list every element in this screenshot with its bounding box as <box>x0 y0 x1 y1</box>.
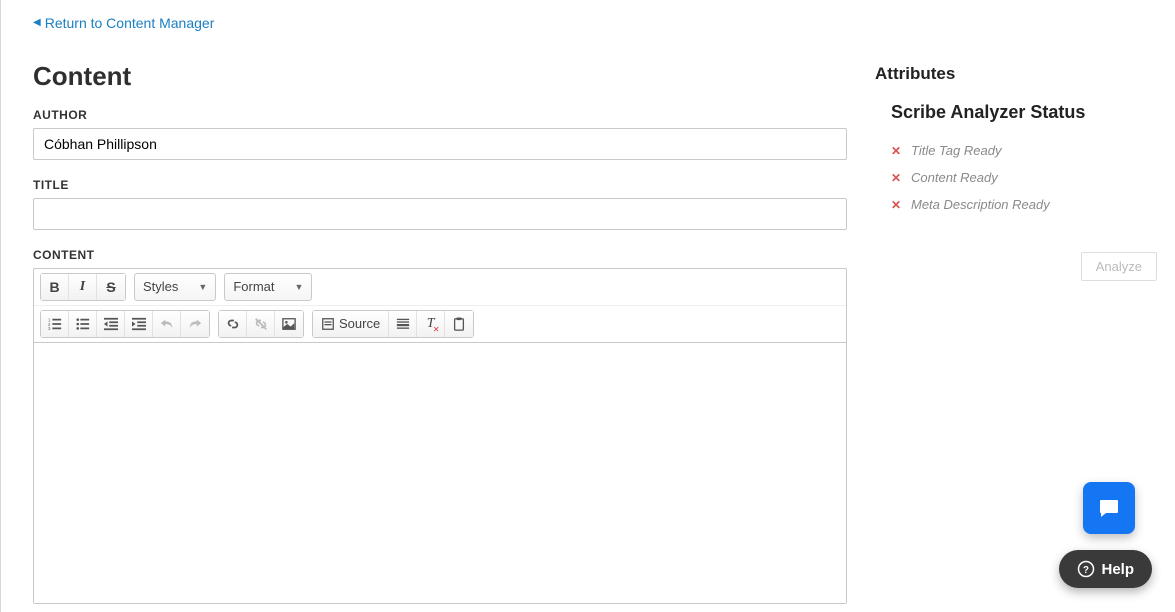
question-icon: ? <box>1077 560 1095 578</box>
format-dropdown[interactable]: Format ▼ <box>224 273 312 301</box>
svg-text:3: 3 <box>48 326 51 331</box>
editor-content-area[interactable] <box>34 343 846 603</box>
chevron-down-icon: ▼ <box>198 282 207 292</box>
triangle-left-icon: ◀ <box>33 17 41 28</box>
x-icon: ✕ <box>891 171 903 185</box>
status-label: Meta Description Ready <box>911 197 1050 212</box>
bullet-list-button[interactable] <box>69 311 97 337</box>
format-dropdown-label: Format <box>233 279 274 294</box>
content-label: CONTENT <box>33 248 847 262</box>
analyze-button[interactable]: Analyze <box>1081 252 1157 281</box>
help-fab[interactable]: ? Help <box>1059 550 1152 588</box>
numbered-list-button[interactable]: 123 <box>41 311 69 337</box>
x-icon: ✕ <box>891 144 903 158</box>
status-title-tag: ✕ Title Tag Ready <box>891 143 1155 158</box>
analyzer-status-list: ✕ Title Tag Ready ✕ Content Ready ✕ Meta… <box>891 143 1155 212</box>
title-input[interactable] <box>33 198 847 230</box>
indent-button[interactable] <box>125 311 153 337</box>
author-label: AUTHOR <box>33 108 847 122</box>
image-button[interactable] <box>275 311 303 337</box>
styles-dropdown-label: Styles <box>143 279 178 294</box>
remove-format-button[interactable]: T✕ <box>417 311 445 337</box>
rich-text-editor: B I S Styles ▼ Format ▼ <box>33 268 847 604</box>
help-label: Help <box>1101 561 1134 578</box>
source-button-label: Source <box>339 316 380 331</box>
author-input[interactable] <box>33 128 847 160</box>
attributes-heading: Attributes <box>875 64 1155 84</box>
bold-button[interactable]: B <box>41 274 69 300</box>
status-label: Content Ready <box>911 170 998 185</box>
editor-toolbar-row-1: B I S Styles ▼ Format ▼ <box>34 269 846 306</box>
svg-text:?: ? <box>1084 565 1090 576</box>
chevron-down-icon: ▼ <box>295 282 304 292</box>
x-icon: ✕ <box>891 198 903 212</box>
chat-icon <box>1097 496 1121 520</box>
unlink-button[interactable] <box>247 311 275 337</box>
outdent-button[interactable] <box>97 311 125 337</box>
return-link-label: Return to Content Manager <box>45 15 215 31</box>
redo-button[interactable] <box>181 311 209 337</box>
page-title: Content <box>33 61 847 92</box>
editor-toolbar-row-2: 123 <box>34 306 846 343</box>
italic-button[interactable]: I <box>69 274 97 300</box>
paste-button[interactable] <box>445 311 473 337</box>
undo-button[interactable] <box>153 311 181 337</box>
title-label: TITLE <box>33 178 847 192</box>
link-button[interactable] <box>219 311 247 337</box>
analyzer-heading: Scribe Analyzer Status <box>891 102 1155 123</box>
status-content: ✕ Content Ready <box>891 170 1155 185</box>
return-to-content-manager-link[interactable]: ◀ Return to Content Manager <box>33 15 214 31</box>
strikethrough-button[interactable]: S <box>97 274 125 300</box>
status-label: Title Tag Ready <box>911 143 1001 158</box>
status-meta-description: ✕ Meta Description Ready <box>891 197 1155 212</box>
styles-dropdown[interactable]: Styles ▼ <box>134 273 216 301</box>
horizontal-rule-button[interactable] <box>389 311 417 337</box>
chat-fab[interactable] <box>1083 482 1135 534</box>
source-button[interactable]: Source <box>313 311 389 337</box>
